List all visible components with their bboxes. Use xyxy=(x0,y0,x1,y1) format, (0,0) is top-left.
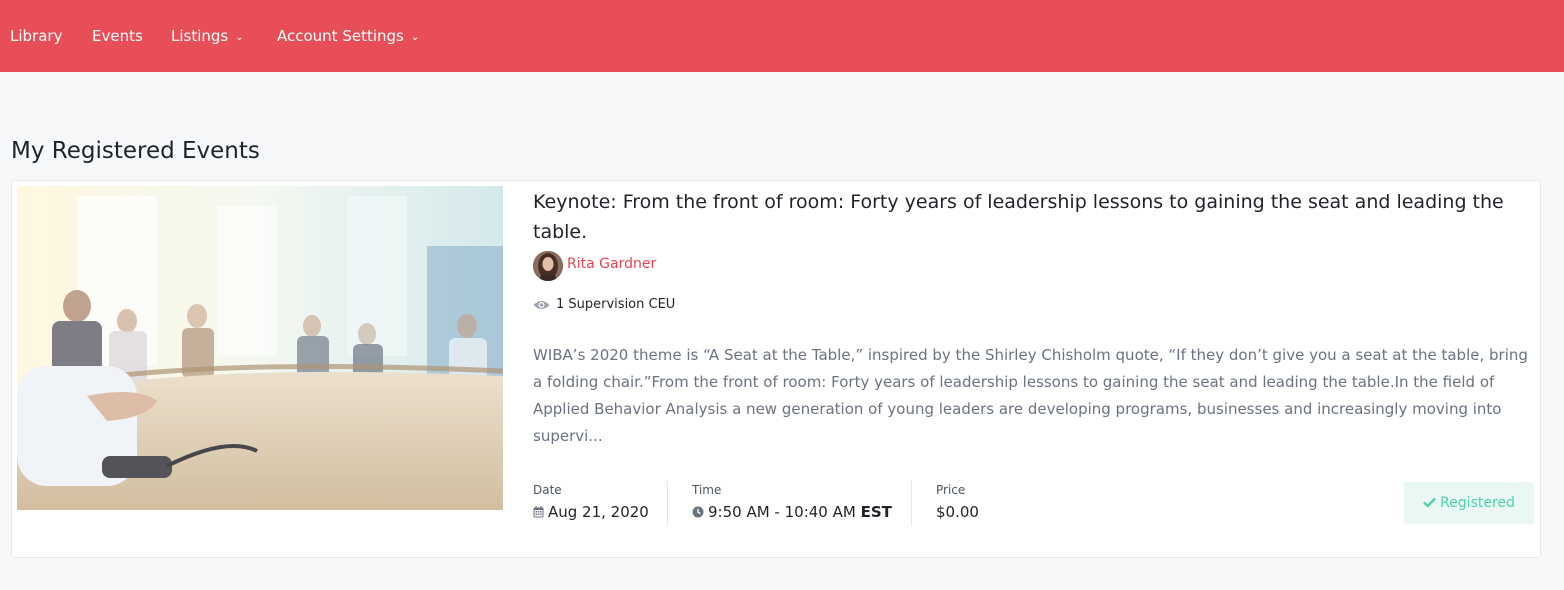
speaker-avatar[interactable] xyxy=(533,251,563,281)
registered-status-button[interactable]: Registered xyxy=(1404,482,1534,524)
page-title: My Registered Events xyxy=(11,138,260,164)
price-value: $0.00 xyxy=(936,503,979,521)
nav-account-settings[interactable]: Account Settings ⌄ xyxy=(277,24,419,48)
nav-listings-label: Listings xyxy=(171,27,229,45)
registered-label: Registered xyxy=(1440,495,1515,511)
date-value-row: Aug 21, 2020 xyxy=(533,503,649,521)
meta-divider xyxy=(911,481,912,526)
speaker-name-link[interactable]: Rita Gardner xyxy=(567,256,656,272)
event-card: Keynote: From the front of room: Forty y… xyxy=(11,180,1541,558)
nav-listings[interactable]: Listings ⌄ xyxy=(171,24,244,48)
time-label: Time xyxy=(692,483,722,497)
meta-divider xyxy=(667,481,668,526)
top-navigation-bar: Library Events Listings ⌄ Account Setting… xyxy=(0,0,1564,72)
clock-icon xyxy=(692,506,704,518)
chevron-down-icon: ⌄ xyxy=(410,32,420,43)
chevron-down-icon: ⌄ xyxy=(235,32,244,43)
event-description: WIBA’s 2020 theme is “A Seat at the Tabl… xyxy=(533,346,1528,445)
event-image[interactable] xyxy=(17,186,503,510)
conference-room-photo xyxy=(17,186,503,510)
date-label: Date xyxy=(533,483,562,497)
event-title[interactable]: Keynote: From the front of room: Forty y… xyxy=(533,187,1533,247)
timezone: EST xyxy=(860,503,892,521)
nav-events-label: Events xyxy=(92,27,143,45)
time-value: 9:50 AM - 10:40 AM xyxy=(708,503,856,521)
calendar-icon xyxy=(533,506,544,518)
price-label: Price xyxy=(936,483,966,497)
avatar-photo xyxy=(533,251,563,281)
time-value-row: 9:50 AM - 10:40 AM EST xyxy=(692,503,892,521)
eye-icon xyxy=(533,301,550,309)
ceu-credit: 1 Supervision CEU xyxy=(556,297,676,312)
date-value: Aug 21, 2020 xyxy=(548,503,649,521)
nav-events[interactable]: Events xyxy=(92,24,143,48)
check-icon xyxy=(1423,497,1436,508)
nav-account-settings-label: Account Settings xyxy=(277,27,404,45)
nav-library-label: Library xyxy=(10,27,63,45)
nav-library[interactable]: Library xyxy=(10,24,62,48)
